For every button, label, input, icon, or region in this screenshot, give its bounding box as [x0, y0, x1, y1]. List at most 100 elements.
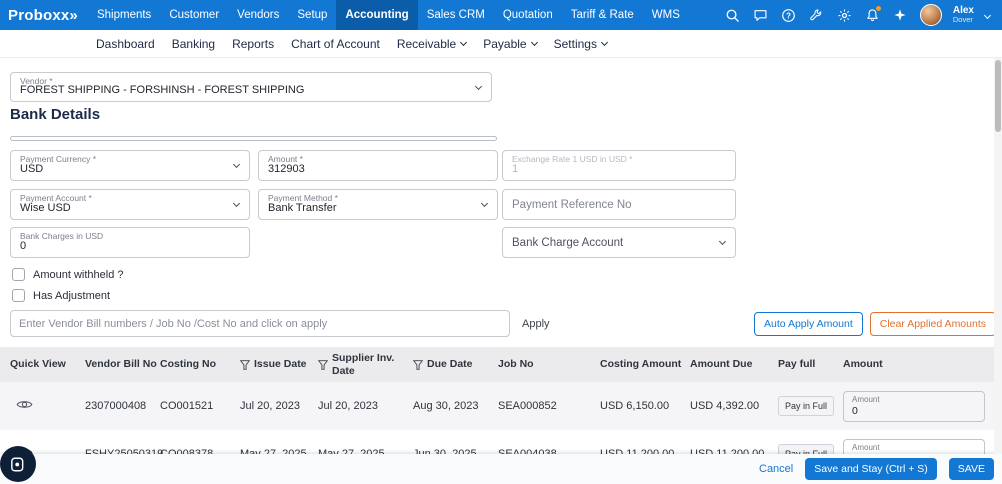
apply-button[interactable]: Apply — [522, 318, 550, 330]
table-header: Quick View Vendor Bill No Costing No Iss… — [0, 347, 1002, 382]
has-adjustment-checkbox[interactable] — [12, 289, 25, 302]
col-costing-no: Costing No — [160, 358, 240, 370]
wrench-icon[interactable] — [808, 7, 825, 24]
bank-charges-label: Bank Charges in USD — [20, 231, 103, 241]
subnav-label: Chart of Account — [291, 37, 380, 51]
subnav-label: Payable — [483, 37, 526, 51]
bank-charge-account-placeholder: Bank Charge Account — [512, 237, 623, 249]
chat-icon[interactable] — [752, 7, 769, 24]
cell-supplier-inv-date: Jul 20, 2023 — [318, 400, 413, 412]
subnav-label: Receivable — [397, 37, 456, 51]
scrollbar-thumb[interactable] — [995, 60, 1001, 132]
notification-badge — [875, 5, 882, 12]
bank-charges-field[interactable]: Bank Charges in USD 0 — [10, 227, 250, 258]
sparkle-icon[interactable] — [892, 7, 909, 24]
nav-item-wms[interactable]: WMS — [643, 0, 689, 30]
nav-item-vendors[interactable]: Vendors — [228, 0, 288, 30]
row-amount-value: 0 — [852, 405, 858, 417]
avatar[interactable] — [920, 4, 942, 26]
cell-costing-no: CO001521 — [160, 400, 240, 412]
header-label: Issue Date — [254, 358, 307, 370]
payment-account-select[interactable]: Payment Account * Wise USD — [10, 189, 250, 220]
auto-apply-amount-button[interactable]: Auto Apply Amount — [754, 312, 863, 336]
user-name[interactable]: Alex Dover — [953, 5, 974, 25]
subnav-item-chart-of-account[interactable]: Chart of Account — [291, 37, 380, 51]
topnav-actions: ? Alex Dover — [724, 4, 1002, 26]
payment-reference-placeholder: Payment Reference No — [512, 199, 632, 211]
chevron-down-icon — [233, 200, 240, 207]
chevron-down-icon — [601, 38, 608, 45]
help-icon[interactable]: ? — [780, 7, 797, 24]
has-adjustment-row: Has Adjustment — [12, 289, 110, 302]
footer-bar: Cancel Save and Stay (Ctrl + S) SAVE — [0, 454, 1002, 484]
cell-issue-date: Jul 20, 2023 — [240, 400, 318, 412]
bell-icon[interactable] — [864, 7, 881, 24]
user-last-name: Dover — [953, 16, 974, 25]
quick-view-eye-icon[interactable] — [10, 399, 33, 410]
header-label: Costing No — [160, 358, 216, 370]
cell-amount-due: USD 4,392.00 — [690, 400, 778, 412]
chevron-down-icon — [719, 238, 726, 245]
subnav-label: Settings — [554, 37, 597, 51]
amount-value: 312903 — [268, 163, 305, 175]
bank-charge-account-select[interactable]: Bank Charge Account — [502, 227, 736, 258]
bank-charges-value: 0 — [20, 240, 26, 252]
header-label: Supplier Inv. Date — [332, 352, 407, 376]
row-amount-label: Amount — [852, 443, 880, 452]
subnav-item-dashboard[interactable]: Dashboard — [96, 37, 155, 51]
amount-withheld-checkbox[interactable] — [12, 268, 25, 281]
header-label: Quick View — [10, 358, 66, 370]
col-amount-due: Amount Due — [690, 358, 778, 370]
nav-item-shipments[interactable]: Shipments — [88, 0, 160, 30]
filter-icon[interactable] — [413, 360, 423, 370]
clear-applied-amounts-button[interactable]: Clear Applied Amounts — [870, 312, 996, 336]
nav-item-sales-crm[interactable]: Sales CRM — [418, 0, 494, 30]
cell-due-date: Aug 30, 2023 — [413, 400, 498, 412]
chevron-down-icon[interactable] — [984, 11, 991, 18]
cell-costing-amount: USD 6,150.00 — [600, 400, 690, 412]
main-nav: Shipments Customer Vendors Setup Account… — [88, 0, 689, 30]
gear-icon[interactable] — [836, 7, 853, 24]
filter-icon[interactable] — [318, 360, 328, 370]
subnav-item-banking[interactable]: Banking — [172, 37, 215, 51]
row-amount-input[interactable]: Amount 0 — [843, 391, 985, 422]
nav-item-accounting[interactable]: Accounting — [336, 0, 417, 30]
chevron-down-icon — [475, 83, 482, 90]
col-pay-full: Pay full — [778, 358, 843, 370]
nav-item-tariff-rate[interactable]: Tariff & Rate — [562, 0, 643, 30]
cancel-button[interactable]: Cancel — [759, 463, 793, 475]
payment-method-select[interactable]: Payment Method * Bank Transfer — [258, 189, 498, 220]
search-icon[interactable] — [724, 7, 741, 24]
col-supplier-inv-date: Supplier Inv. Date — [318, 352, 413, 376]
nav-item-quotation[interactable]: Quotation — [494, 0, 562, 30]
amount-field[interactable]: Amount * 312903 — [258, 150, 498, 181]
vendor-select[interactable]: Vendor * FOREST SHIPPING - FORSHINSH - F… — [10, 72, 492, 102]
nav-item-setup[interactable]: Setup — [288, 0, 336, 30]
has-adjustment-label: Has Adjustment — [33, 290, 110, 302]
exchange-rate-field: Exchange Rate 1 USD in USD * 1 — [502, 150, 736, 181]
payment-account-value: Wise USD — [20, 202, 71, 214]
payment-currency-select[interactable]: Payment Currency * USD — [10, 150, 250, 181]
header-label: Vendor Bill No — [85, 358, 157, 370]
save-and-stay-button[interactable]: Save and Stay (Ctrl + S) — [805, 458, 937, 480]
vendor-value: FOREST SHIPPING - FORSHINSH - FOREST SHI… — [20, 84, 304, 96]
subnav-label: Reports — [232, 37, 274, 51]
subnav-item-payable[interactable]: Payable — [483, 37, 536, 51]
subnav-item-receivable[interactable]: Receivable — [397, 37, 466, 51]
chat-widget-button[interactable] — [0, 446, 36, 482]
pay-in-full-button[interactable]: Pay in Full — [778, 396, 834, 416]
app-logo[interactable]: Proboxx» — [0, 7, 88, 24]
col-quick-view: Quick View — [10, 358, 85, 370]
save-button[interactable]: SAVE — [949, 458, 994, 480]
col-issue-date: Issue Date — [240, 358, 318, 370]
nav-item-customer[interactable]: Customer — [160, 0, 228, 30]
vendor-bill-search-input[interactable] — [10, 310, 510, 337]
svg-text:?: ? — [786, 11, 791, 20]
subnav-item-settings[interactable]: Settings — [554, 37, 607, 51]
accounting-subnav: Dashboard Banking Reports Chart of Accou… — [0, 30, 1002, 58]
chevron-down-icon — [233, 161, 240, 168]
subnav-item-reports[interactable]: Reports — [232, 37, 274, 51]
filter-icon[interactable] — [240, 360, 250, 370]
payment-reference-input[interactable]: Payment Reference No — [502, 189, 736, 220]
apply-actions: Auto Apply Amount Clear Applied Amounts — [754, 312, 996, 336]
